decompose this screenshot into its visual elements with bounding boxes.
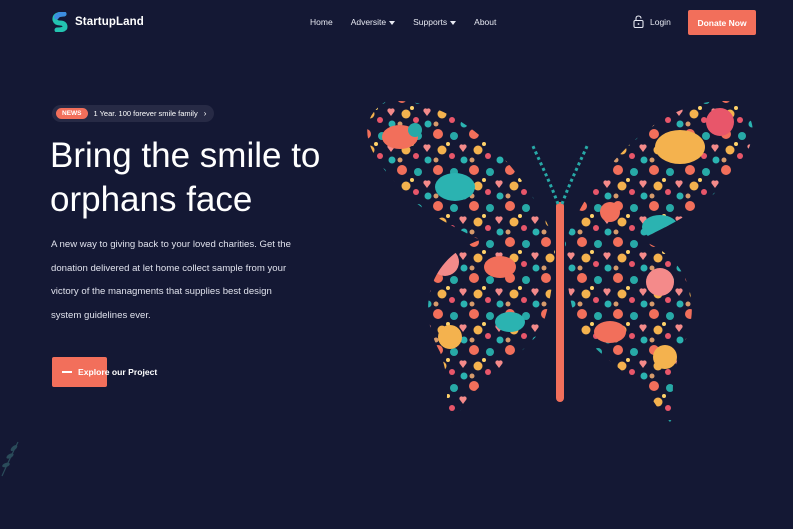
chevron-right-icon: › xyxy=(203,109,207,118)
description-line: donation delivered at let home collect s… xyxy=(51,262,287,274)
description-line: A new way to giving back to your loved c… xyxy=(51,239,291,250)
nav-item-home[interactable]: Home xyxy=(310,17,333,27)
nav-item-label: Home xyxy=(310,17,333,27)
top-navbar: StartupLand Home Adversite Supports Abou… xyxy=(0,0,793,46)
news-announcement[interactable]: NEWS 1 Year. 100 forever smile family › xyxy=(52,105,215,122)
s-logo-icon xyxy=(52,12,68,32)
nav-item-about[interactable]: About xyxy=(474,17,496,27)
login-link[interactable]: Login xyxy=(633,15,671,28)
caret-down-icon xyxy=(450,20,457,25)
cta-label: Explore our Project xyxy=(78,367,158,377)
leaf-decoration-icon xyxy=(1,441,19,477)
caret-down-icon xyxy=(389,20,396,25)
explore-project-button[interactable]: Explore our Project xyxy=(52,357,157,387)
dash-icon xyxy=(62,371,72,373)
description-line: system guidelines ever. xyxy=(51,309,151,321)
lock-icon xyxy=(633,15,644,28)
headline-line: Bring the smile to xyxy=(50,136,321,175)
main-menu: Home Adversite Supports About xyxy=(310,17,514,27)
news-badge: NEWS xyxy=(56,108,88,119)
description-line: victory of the managments that supplies … xyxy=(51,286,272,297)
brand-name: StartupLand xyxy=(75,16,144,28)
login-label: Login xyxy=(650,16,671,27)
headline-line: orphans face xyxy=(50,180,253,219)
nav-item-label: Adversite xyxy=(350,17,387,27)
nav-item-label: About xyxy=(474,17,497,27)
nav-item-supports[interactable]: Supports xyxy=(413,17,457,27)
brand-logo[interactable]: StartupLand xyxy=(52,12,144,32)
news-text: 1 Year. 100 forever smile family xyxy=(93,109,198,118)
hero-description: A new way to giving back to your loved c… xyxy=(51,233,331,327)
butterfly-illustration xyxy=(367,101,753,422)
nav-item-adversite[interactable]: Adversite xyxy=(350,17,396,27)
nav-item-label: Supports xyxy=(413,17,448,27)
donate-now-button[interactable]: Donate Now xyxy=(688,10,756,35)
hero-headline: Bring the smile to orphans face xyxy=(50,134,370,222)
